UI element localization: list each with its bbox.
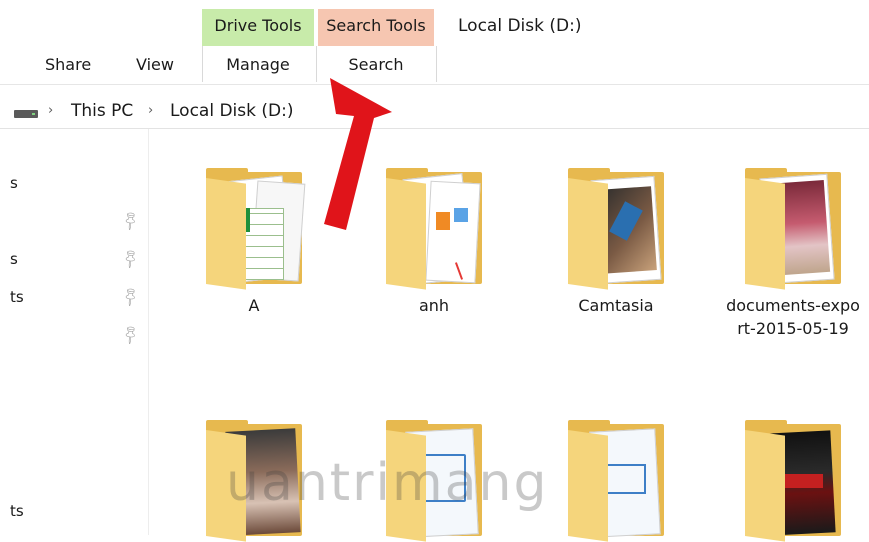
drive-icon [14,110,38,118]
navigation-pane[interactable]: s 📌︎ s 📌︎ ts 📌︎ 📌︎ ts [0,129,149,535]
ribbon-separator [436,46,437,82]
folder-icon [198,168,310,290]
tab-search[interactable]: Search [318,55,434,74]
folder-item[interactable] [718,420,868,542]
folder-name: Camtasia [578,296,654,315]
ribbon-separator [316,46,317,82]
folder-icon [560,420,672,542]
nav-item-label[interactable]: s [10,250,18,268]
tab-manage[interactable]: Manage [202,55,314,74]
red-arrow-annotation [324,78,392,230]
folder-item[interactable] [536,420,696,542]
address-bar[interactable]: › This PC › Local Disk (D:) [0,92,869,129]
tab-view[interactable]: View [136,55,174,74]
breadcrumb-this-pc[interactable]: This PC [71,101,133,121]
nav-item-label[interactable]: s [10,174,18,192]
nav-item-label[interactable]: ts [10,288,24,306]
folder-name: A [248,296,260,315]
chevron-right-icon[interactable]: › [148,103,153,118]
drive-tools-context-tab[interactable]: Drive Tools [202,9,314,46]
pin-icon[interactable]: 📌︎ [119,247,143,271]
folder-icon [737,420,849,542]
window-title: Local Disk (D:) [458,16,582,36]
folder-item-camtasia[interactable]: Camtasia [536,168,696,317]
chevron-right-icon[interactable]: › [48,103,53,118]
pin-icon[interactable]: 📌︎ [119,285,143,309]
pin-icon[interactable]: 📌︎ [119,323,143,347]
tab-share[interactable]: Share [45,55,91,74]
pin-icon[interactable]: 📌︎ [119,209,143,233]
folder-item-a[interactable]: A [174,168,334,317]
folder-name: documents-expo rt-2015-05-19 [718,294,868,340]
nav-item-label[interactable]: ts [10,502,24,520]
breadcrumb-local-disk[interactable]: Local Disk (D:) [170,101,293,121]
search-tools-context-tab[interactable]: Search Tools [318,9,434,46]
folder-icon [737,168,849,290]
folder-item-documents-export[interactable]: documents-expo rt-2015-05-19 [718,168,868,340]
watermark: uantrimang [226,453,549,513]
folder-name-line: rt-2015-05-19 [737,319,849,338]
folder-icon [560,168,672,290]
ribbon: Drive Tools Search Tools Local Disk (D:)… [0,0,869,85]
folder-name-line: documents-expo [726,296,860,315]
folder-name: anh [418,296,450,315]
